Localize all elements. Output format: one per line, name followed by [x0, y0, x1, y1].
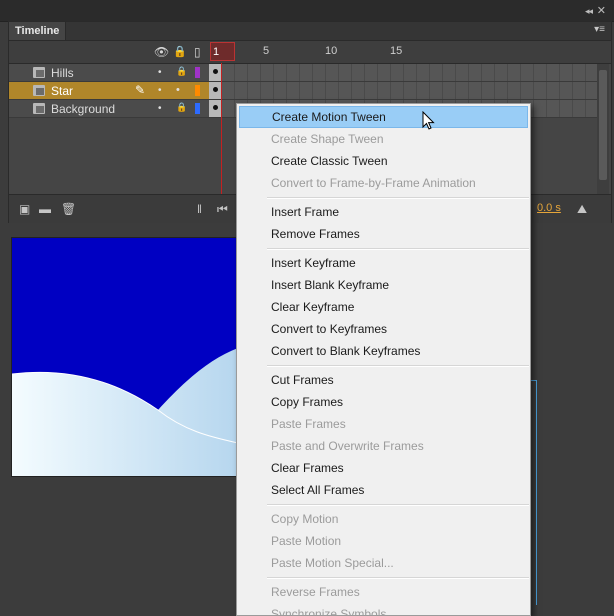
menu-separator: [267, 197, 529, 199]
lock-icon[interactable]: 🔒: [173, 45, 187, 58]
menu-item-remove-frames[interactable]: Remove Frames: [239, 223, 528, 245]
collapse-panels-icon[interactable]: ◂◂: [585, 6, 593, 17]
layer-icon: [33, 85, 45, 96]
mouse-cursor-icon: [422, 111, 435, 130]
menu-item-paste-motion: Paste Motion: [271, 534, 342, 548]
menu-item-copy-motion: Copy Motion: [271, 512, 339, 526]
layer-name[interactable]: Star: [51, 84, 73, 98]
visibility-toggle[interactable]: •: [158, 85, 162, 96]
selection-outline: [536, 380, 537, 605]
menu-item-convert-to-blank-keyframes[interactable]: Convert to Blank Keyframes: [239, 340, 528, 362]
menu-item-reverse-frames: Reverse Frames: [271, 585, 360, 599]
frame-ruler[interactable]: 151015: [209, 41, 604, 63]
visibility-toggle[interactable]: •: [158, 67, 162, 78]
menu-item-convert-to-frame-by-frame-animation: Convert to Frame-by-Frame Animation: [271, 176, 476, 190]
menu-separator: [267, 248, 529, 250]
center-frame-icon[interactable]: ‖: [197, 202, 202, 216]
menu-separator: [267, 577, 529, 579]
go-to-first-frame-icon[interactable]: ⏮: [217, 202, 228, 217]
menu-item-insert-blank-keyframe[interactable]: Insert Blank Keyframe: [239, 274, 528, 296]
menu-item-synchronize-symbols: Synchronize Symbols: [271, 607, 387, 616]
frame-number-15[interactable]: 15: [390, 45, 402, 57]
vertical-scrollbar[interactable]: [597, 64, 609, 194]
frame-row[interactable]: [209, 64, 604, 82]
layer-star[interactable]: Star ✎ • •: [9, 82, 234, 100]
menu-item-create-motion-tween[interactable]: Create Motion Tween: [239, 106, 528, 128]
menu-item-cut-frames[interactable]: Cut Frames: [239, 369, 528, 391]
time-readout[interactable]: 0.0 s: [537, 202, 561, 214]
context-menu: Create Motion Tween Create Shape Tween Cre…: [236, 103, 531, 616]
menu-separator: [267, 504, 529, 506]
lock-toggle[interactable]: •: [176, 84, 180, 96]
menu-item-create-shape-tween: Create Shape Tween: [271, 132, 384, 146]
menu-item-paste-and-overwrite-frames: Paste and Overwrite Frames: [271, 439, 424, 453]
layer-icon: [33, 103, 45, 114]
pencil-icon: ✎: [135, 83, 146, 97]
menu-separator: [267, 365, 529, 367]
close-icon[interactable]: ✕: [597, 4, 606, 17]
frame-number-10[interactable]: 10: [325, 45, 337, 57]
menu-item-insert-frame[interactable]: Insert Frame: [239, 201, 528, 223]
new-folder-icon[interactable]: ▬: [39, 202, 51, 216]
menu-item-paste-frames: Paste Frames: [271, 417, 346, 431]
menu-item-copy-frames[interactable]: Copy Frames: [239, 391, 528, 413]
menu-item-insert-keyframe[interactable]: Insert Keyframe: [239, 252, 528, 274]
outline-icon[interactable]: ▯: [194, 45, 201, 59]
visibility-toggle[interactable]: •: [158, 103, 162, 114]
menu-item-convert-to-keyframes[interactable]: Convert to Keyframes: [239, 318, 528, 340]
outline-color-swatch[interactable]: [195, 67, 200, 78]
frame-number-5[interactable]: 5: [263, 45, 269, 57]
layer-hills[interactable]: Hills • 🔒: [9, 64, 234, 82]
stage-canvas[interactable]: [11, 237, 239, 477]
menu-item-paste-motion-special: Paste Motion Special...: [271, 556, 394, 570]
frame-row[interactable]: [209, 82, 604, 100]
layer-name[interactable]: Background: [51, 102, 115, 116]
new-layer-icon[interactable]: ▣: [19, 202, 30, 216]
layer-name[interactable]: Hills: [51, 66, 74, 80]
menu-item-clear-frames[interactable]: Clear Frames: [239, 457, 528, 479]
outline-color-swatch[interactable]: [195, 103, 200, 114]
playhead-marker[interactable]: 1: [210, 42, 235, 61]
layer-icon: [33, 67, 45, 78]
lock-toggle[interactable]: 🔒: [176, 66, 187, 77]
panel-menu-icon[interactable]: ▾≡: [594, 24, 605, 35]
outline-color-swatch[interactable]: [195, 85, 200, 96]
menu-item-create-classic-tween[interactable]: Create Classic Tween: [239, 150, 528, 172]
scroll-thumb[interactable]: [599, 70, 607, 180]
hills-artwork: [12, 348, 238, 476]
eye-icon[interactable]: 👁: [154, 45, 169, 59]
panel-tab-bar: Timeline ▾≡: [9, 22, 611, 41]
zoom-icon[interactable]: ⛰: [577, 202, 587, 217]
selection-outline-top: [530, 380, 537, 381]
delete-icon[interactable]: 🗑: [61, 202, 76, 216]
menu-item-clear-keyframe[interactable]: Clear Keyframe: [239, 296, 528, 318]
top-strip: ◂◂ ✕: [0, 0, 614, 22]
lock-toggle[interactable]: 🔒: [176, 102, 187, 113]
tab-timeline[interactable]: Timeline: [9, 22, 67, 40]
menu-item-select-all-frames[interactable]: Select All Frames: [239, 479, 528, 501]
layer-background[interactable]: Background • 🔒: [9, 100, 234, 118]
timeline-header: 👁 🔒 ▯ 151015: [9, 41, 611, 64]
